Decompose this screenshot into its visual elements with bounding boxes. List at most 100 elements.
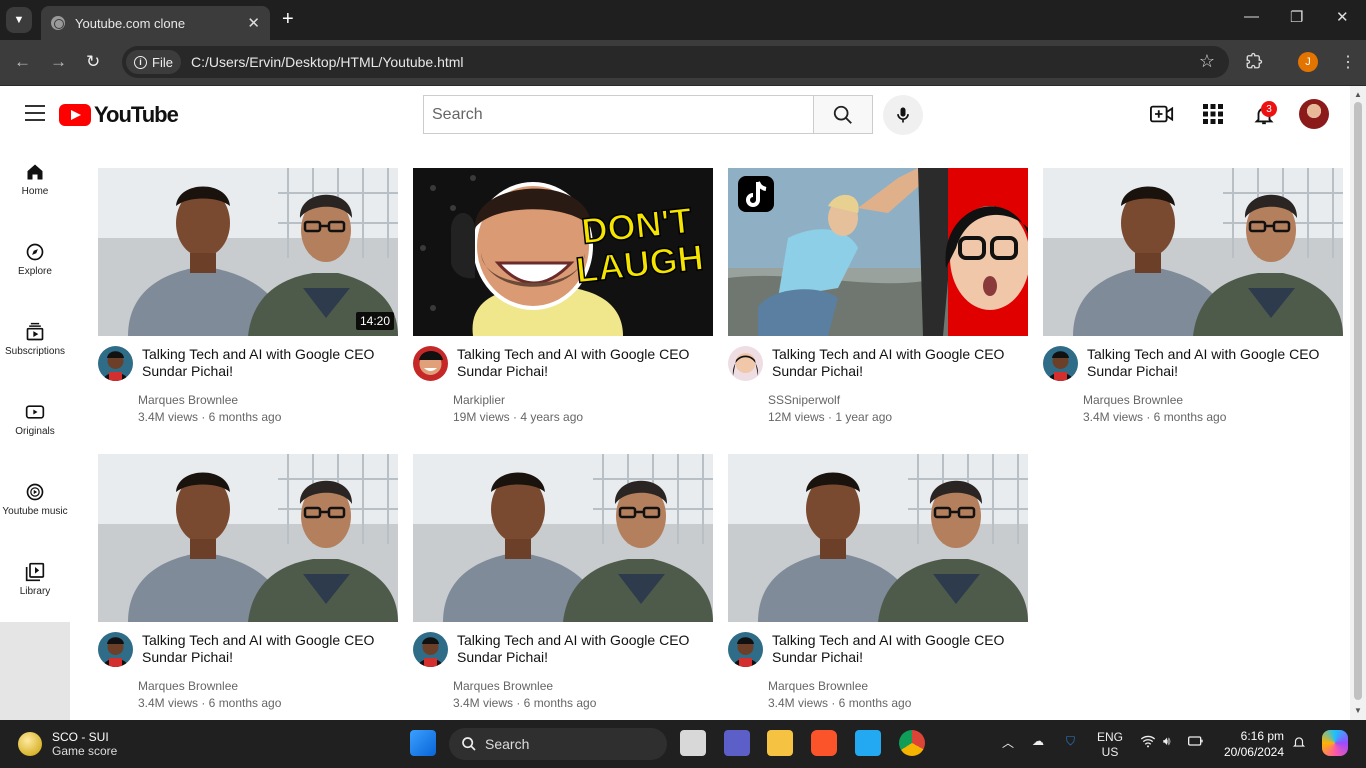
channel-avatar[interactable] (1043, 346, 1078, 381)
video-thumbnail[interactable]: DON'T LAUGH (413, 168, 713, 336)
close-window-icon[interactable]: ✕ (1336, 8, 1349, 26)
sidebar-item-explore[interactable]: Explore (0, 242, 70, 277)
browser-tab[interactable]: Youtube.com clone ✕ (41, 6, 270, 40)
brave-browser-icon[interactable] (811, 730, 837, 756)
battery-icon[interactable] (1188, 734, 1204, 751)
onedrive-cloud-icon[interactable]: ☁ (1032, 734, 1044, 748)
sports-widget[interactable]: SCO - SUI Game score (18, 730, 117, 758)
channel-avatar[interactable] (98, 346, 133, 381)
channel-name[interactable]: SSSniperwolf (768, 393, 840, 407)
widget-subtitle: Game score (52, 744, 118, 758)
address-bar[interactable]: i File C:/Users/Ervin/Desktop/HTML/Youtu… (122, 46, 1229, 78)
voice-search-button[interactable] (883, 95, 923, 135)
tab-search-icon[interactable]: ▼ (6, 7, 32, 33)
teams-icon[interactable] (724, 730, 750, 756)
video-thumbnail[interactable] (728, 454, 1028, 622)
more-menu-icon[interactable]: ⋮ (1340, 52, 1356, 72)
bookmark-star-icon[interactable]: ☆ (1199, 51, 1215, 72)
taskbar-search[interactable]: Search (449, 728, 667, 760)
extensions-icon[interactable] (1245, 52, 1263, 75)
copilot-icon[interactable] (1322, 730, 1348, 756)
video-card[interactable]: Talking Tech and AI with Google CEO Sund… (1043, 168, 1343, 424)
notification-badge: 3 (1261, 101, 1277, 117)
search-button[interactable] (813, 95, 873, 134)
back-icon[interactable]: ← (14, 52, 31, 72)
subscriptions-icon (26, 322, 44, 341)
video-title[interactable]: Talking Tech and AI with Google CEO Sund… (142, 632, 398, 666)
security-shield-icon[interactable]: ⛉ (1066, 734, 1075, 749)
video-title[interactable]: Talking Tech and AI with Google CEO Sund… (772, 346, 1028, 380)
channel-avatar[interactable] (413, 346, 448, 381)
system-clock[interactable]: 6:16 pm 20/06/2024 (1220, 728, 1284, 760)
channel-avatar[interactable] (98, 632, 133, 667)
sidebar-label: Library (19, 586, 51, 597)
channel-avatar[interactable] (728, 632, 763, 667)
file-explorer-icon[interactable] (767, 730, 793, 756)
notifications-bell-icon[interactable] (1292, 734, 1306, 753)
globe-icon (51, 16, 65, 30)
chrome-icon[interactable] (899, 730, 925, 756)
logo-text: YouTube (94, 102, 179, 127)
video-thumbnail[interactable] (413, 454, 713, 622)
sidebar: Home Explore Subscriptions Originals You… (0, 142, 70, 622)
create-video-icon[interactable] (1150, 104, 1174, 129)
language-indicator[interactable]: ENG US (1097, 730, 1123, 760)
clock-date: 20/06/2024 (1223, 745, 1284, 759)
video-title[interactable]: Talking Tech and AI with Google CEO Sund… (142, 346, 398, 380)
video-meta: 3.4M views · 6 months ago (138, 410, 282, 424)
show-hidden-icons[interactable]: ︿ (1002, 734, 1014, 751)
video-title[interactable]: Talking Tech and AI with Google CEO Sund… (1087, 346, 1343, 380)
volume-icon[interactable]: 🔊︎ (1163, 734, 1171, 749)
windows-start-icon[interactable] (410, 730, 436, 756)
sidebar-item-library[interactable]: Library (0, 562, 70, 597)
wifi-icon[interactable] (1140, 734, 1156, 751)
scroll-down-icon[interactable]: ▼ (1354, 706, 1362, 715)
video-card[interactable]: DON'T LAUGH Talking Tech and AI with Googl… (413, 168, 713, 424)
channel-name[interactable]: Marques Brownlee (453, 679, 553, 693)
video-title[interactable]: Talking Tech and AI with Google CEO Sund… (772, 632, 1028, 666)
forward-icon[interactable]: → (50, 52, 67, 72)
channel-avatar[interactable] (728, 346, 763, 381)
sidebar-item-home[interactable]: Home (0, 162, 70, 197)
video-thumbnail[interactable]: 14:20 (98, 168, 398, 336)
sidebar-item-originals[interactable]: Originals (0, 402, 70, 437)
user-avatar[interactable] (1299, 99, 1329, 129)
video-card[interactable]: Talking Tech and AI with Google CEO Sund… (98, 454, 398, 710)
channel-avatar[interactable] (413, 632, 448, 667)
close-tab-icon[interactable]: ✕ (247, 14, 260, 32)
video-title[interactable]: Talking Tech and AI with Google CEO Sund… (457, 632, 713, 666)
video-title[interactable]: Talking Tech and AI with Google CEO Sund… (457, 346, 713, 380)
vscode-icon[interactable] (855, 730, 881, 756)
channel-name[interactable]: Marques Brownlee (1083, 393, 1183, 407)
scrollbar-thumb[interactable] (1354, 102, 1362, 700)
youtube-header: YouTube 3 (0, 86, 1350, 142)
reload-icon[interactable]: ↻ (86, 52, 100, 72)
channel-name[interactable]: Markiplier (453, 393, 505, 407)
sidebar-item-youtube-music[interactable]: Youtube music (0, 482, 70, 517)
search-input[interactable] (423, 95, 814, 134)
video-thumbnail[interactable] (728, 168, 1028, 336)
profile-avatar[interactable]: J (1298, 52, 1318, 72)
apps-grid-icon[interactable] (1203, 104, 1223, 129)
vertical-scrollbar[interactable]: ▲ ▼ (1350, 86, 1366, 720)
sidebar-item-subscriptions[interactable]: Subscriptions (0, 322, 70, 357)
video-thumbnail[interactable] (1043, 168, 1343, 336)
video-card[interactable]: Talking Tech and AI with Google CEO Sund… (413, 454, 713, 710)
channel-name[interactable]: Marques Brownlee (138, 393, 238, 407)
video-card[interactable]: Talking Tech and AI with Google CEO Sund… (728, 454, 1028, 710)
youtube-logo[interactable]: YouTube (59, 102, 179, 128)
minimize-icon[interactable]: — (1244, 8, 1259, 25)
channel-name[interactable]: Marques Brownlee (138, 679, 238, 693)
tab-bar: ▼ Youtube.com clone ✕ + — ❐ ✕ (0, 0, 1366, 40)
site-info-chip[interactable]: i File (126, 50, 181, 74)
region-code: US (1101, 745, 1119, 759)
channel-name[interactable]: Marques Brownlee (768, 679, 868, 693)
restore-icon[interactable]: ❐ (1290, 8, 1303, 26)
video-thumbnail[interactable] (98, 454, 398, 622)
video-card[interactable]: 14:20 Talking Tech and AI with Google CEO… (98, 168, 398, 424)
new-tab-icon[interactable]: + (282, 8, 294, 31)
task-view-icon[interactable] (680, 730, 706, 756)
video-card[interactable]: Talking Tech and AI with Google CEO Sund… (728, 168, 1028, 424)
scroll-up-icon[interactable]: ▲ (1354, 90, 1362, 99)
menu-icon[interactable] (25, 105, 45, 121)
